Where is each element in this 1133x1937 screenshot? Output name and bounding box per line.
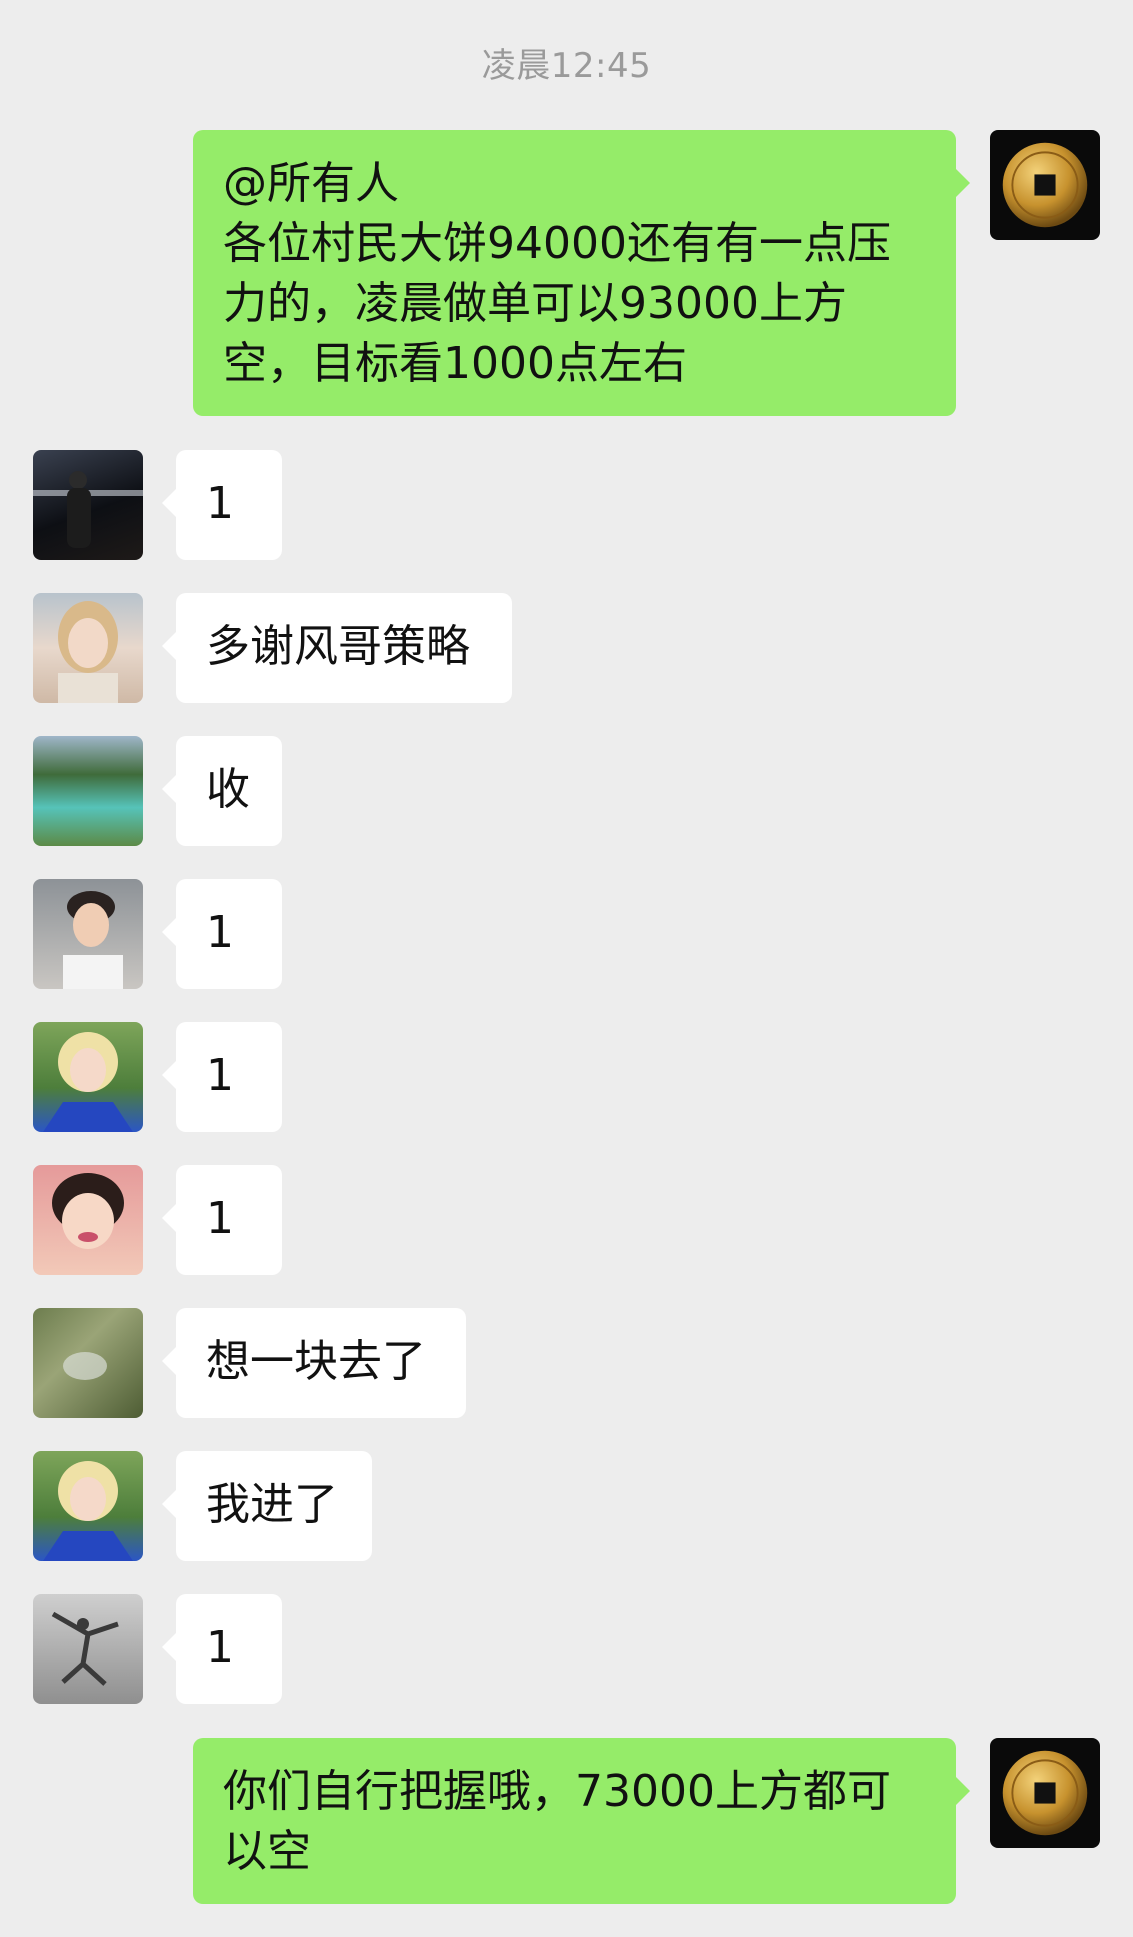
timestamp: 凌晨12:45 [481,46,652,86]
child-portrait-avatar[interactable] [33,1165,143,1275]
message-bubble[interactable]: 你们自行把握哦，73000上方都可以空 [193,1738,970,1904]
grass-field-avatar[interactable] [33,1308,143,1418]
gold-coin-icon[interactable] [990,1738,1100,1848]
message-bubble[interactable]: 收 [162,736,282,846]
message-bubble[interactable]: @所有人 各位村民大饼94000还有有一点压力的，凌晨做单可以93000上方空，… [193,130,970,416]
dancer-bw-avatar[interactable] [33,1594,143,1704]
message-bubble[interactable]: 多谢风哥策略 [162,593,512,703]
man-portrait-avatar[interactable] [33,879,143,989]
blonde-girl-avatar[interactable] [33,1451,143,1561]
blonde-girl-avatar[interactable] [33,1022,143,1132]
night-city-avatar[interactable] [33,450,143,560]
gold-coin-icon[interactable] [990,130,1100,240]
message-bubble[interactable]: 我进了 [162,1451,372,1561]
message-bubble[interactable]: 想一块去了 [162,1308,466,1418]
message-bubble[interactable]: 1 [162,879,282,989]
message-bubble[interactable]: 1 [162,1165,282,1275]
message-bubble[interactable]: 1 [162,450,282,560]
message-bubble[interactable]: 1 [162,1022,282,1132]
message-bubble[interactable]: 1 [162,1594,282,1704]
woman-portrait-avatar[interactable] [33,593,143,703]
lake-landscape-avatar[interactable] [33,736,143,846]
